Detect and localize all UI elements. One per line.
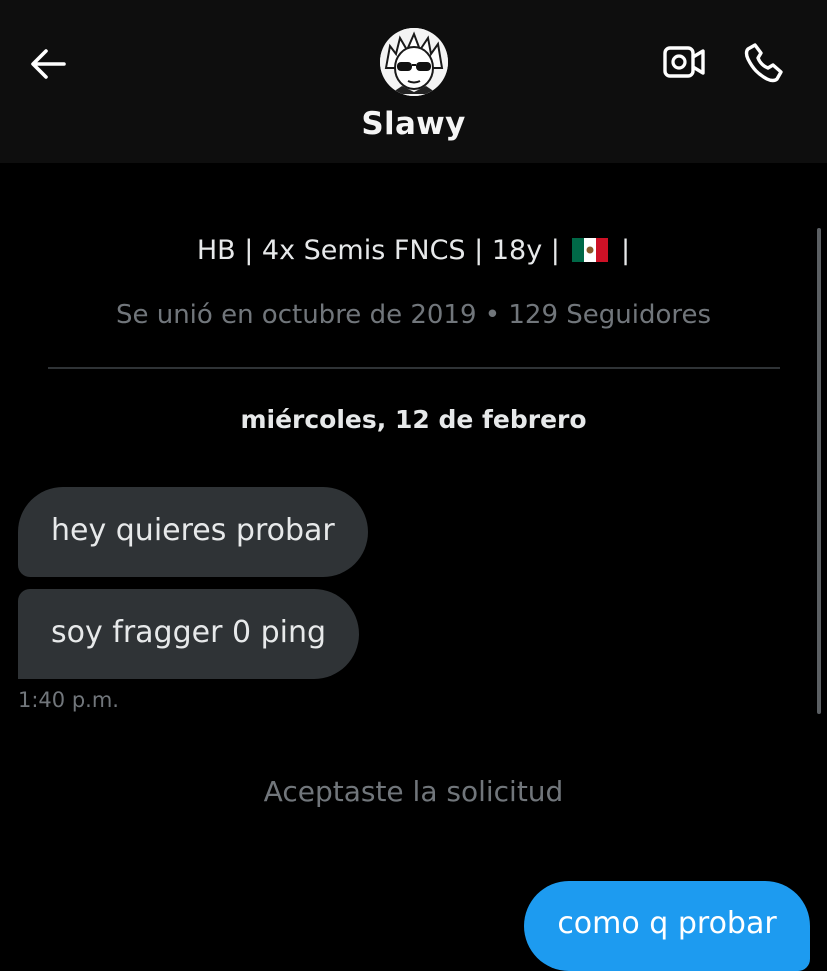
message-timestamp: 1:40 p.m. [18, 688, 119, 712]
arrow-left-icon [31, 49, 66, 79]
incoming-message-bubble[interactable]: hey quieres probar [18, 487, 368, 577]
voice-call-button[interactable] [738, 36, 790, 88]
back-button[interactable] [22, 38, 74, 90]
scrollbar[interactable] [817, 228, 821, 714]
avatar-image [380, 28, 448, 96]
mexico-flag-icon [572, 238, 609, 269]
conversation-title: Slawy [361, 106, 466, 142]
profile-joined-followers: Se unió en octubre de 2019 • 129 Seguido… [115, 300, 712, 330]
divider [48, 367, 780, 369]
avatar[interactable] [380, 28, 448, 96]
incoming-message-bubble[interactable]: soy fragger 0 ping [18, 589, 360, 679]
profile-bio: HB | 4x Semis FNCS | 18y | | [0, 235, 827, 269]
video-call-button[interactable] [660, 40, 708, 84]
date-separator: miércoles, 12 de febrero [240, 405, 587, 434]
bio-text-end: | [621, 235, 631, 266]
video-camera-icon [663, 46, 705, 78]
phone-icon [744, 43, 783, 83]
request-accepted-status: Aceptaste la solicitud [263, 775, 564, 808]
conversation-header: Slawy [0, 0, 827, 163]
outgoing-message-bubble[interactable]: como q probar [524, 881, 810, 971]
bio-text: HB | 4x Semis FNCS | 18y | [196, 235, 560, 266]
